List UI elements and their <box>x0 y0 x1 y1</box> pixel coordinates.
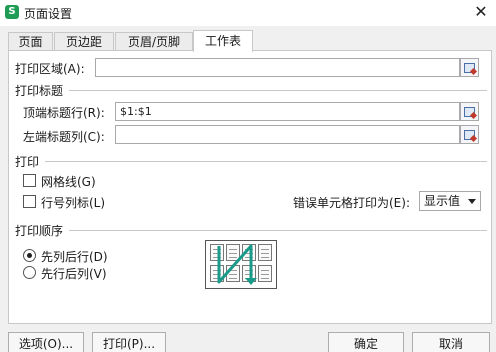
page-order-preview <box>205 240 277 289</box>
over-then-down-label: 先行后列(V) <box>41 267 107 281</box>
title-bar: S 页面设置 ✕ <box>0 0 496 26</box>
down-then-over-radio[interactable] <box>23 249 36 262</box>
close-icon[interactable]: ✕ <box>466 0 496 26</box>
tab-sheet[interactable]: 工作表 <box>193 30 253 52</box>
tab-page[interactable]: 页面 <box>8 32 53 51</box>
range-picker-icon[interactable] <box>460 102 479 121</box>
row-col-headers-checkbox[interactable] <box>23 195 36 208</box>
gridlines-label: 网格线(G) <box>41 175 96 189</box>
print-titles-section-label: 打印标题 <box>15 84 64 98</box>
left-columns-label: 左端标题列(C): <box>23 130 105 144</box>
row-col-headers-label: 行号列标(L) <box>41 196 106 210</box>
ok-button[interactable]: 确定 <box>328 332 404 352</box>
window-title: 页面设置 <box>24 7 73 21</box>
print-button[interactable]: 打印(P)... <box>92 332 166 352</box>
section-divider <box>69 90 487 91</box>
down-then-over-label: 先列后行(D) <box>41 250 108 264</box>
range-picker-icon[interactable] <box>460 58 479 77</box>
cell-errors-selected-value: 显示值 <box>424 194 461 208</box>
section-divider <box>69 230 487 231</box>
cell-errors-select[interactable]: 显示值 <box>419 191 481 211</box>
range-picker-icon[interactable] <box>460 125 479 144</box>
tab-margins[interactable]: 页边距 <box>54 32 114 51</box>
wps-spreadsheet-icon: S <box>5 5 19 19</box>
options-button[interactable]: 选项(O)... <box>8 332 84 352</box>
print-area-input[interactable] <box>95 58 460 77</box>
chevron-down-icon <box>468 199 476 204</box>
gridlines-checkbox[interactable] <box>23 174 36 187</box>
page-order-section-label: 打印顺序 <box>15 224 64 238</box>
print-area-label: 打印区域(A): <box>15 62 85 76</box>
over-then-down-radio[interactable] <box>23 266 36 279</box>
print-section-label: 打印 <box>15 155 40 169</box>
page-order-arrow-icon <box>217 244 257 285</box>
top-rows-label: 顶端标题行(R): <box>23 106 105 120</box>
cancel-button[interactable]: 取消 <box>412 332 490 352</box>
cell-errors-label: 错误单元格打印为(E): <box>293 196 410 210</box>
top-rows-input[interactable]: $1:$1 <box>115 102 460 121</box>
left-columns-input[interactable] <box>115 125 460 144</box>
section-divider <box>45 161 487 162</box>
tab-header-footer[interactable]: 页眉/页脚 <box>115 32 193 51</box>
